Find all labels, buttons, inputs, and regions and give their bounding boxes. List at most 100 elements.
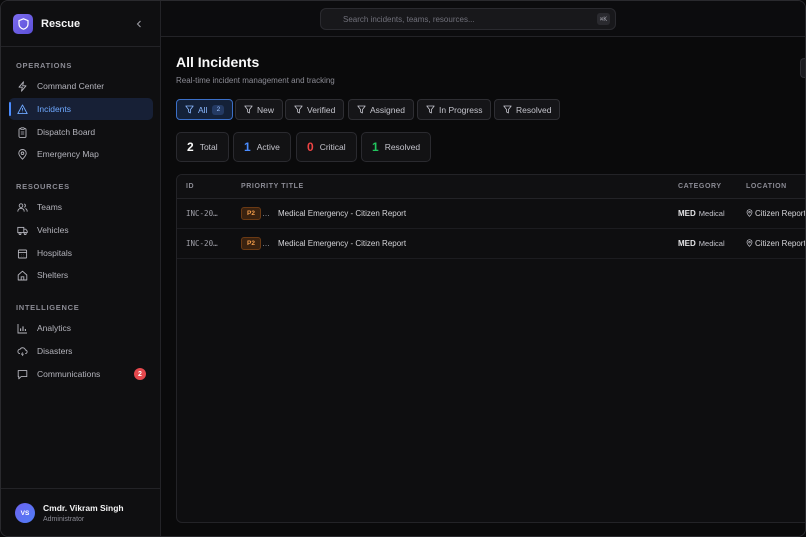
table-row[interactable]: INC-20… P2 … Medical Emergency - Citizen… [177,229,806,259]
filter-label: Resolved [516,104,552,115]
page-subtitle: Real-time incident management and tracki… [176,76,335,85]
column-header-location[interactable]: LOCATION [746,183,787,190]
notification-badge: 2 [134,368,146,380]
brand-name: Rescue [41,18,81,30]
filter-icon [426,105,435,114]
shield-icon [13,14,33,34]
stat-value: 1 [244,140,251,154]
location-text: Citizen Report [755,209,806,218]
sidebar-item-communications[interactable]: Communications 2 [9,363,153,385]
home-icon [16,269,28,281]
incident-location: Citizen Report [746,239,806,249]
location-text: Citizen Report [755,239,806,248]
filter-new[interactable]: New [235,99,284,120]
stat-resolved: 1 Resolved [361,132,432,162]
sidebar-item-command-center[interactable]: Command Center [9,75,153,97]
priority-overflow: … [262,239,270,248]
sidebar-item-vehicles[interactable]: Vehicles [9,219,153,241]
sidebar-item-label: Incidents [37,104,72,114]
search-box[interactable]: ⌘K [320,8,616,30]
stat-active: 1 Active [233,132,291,162]
sidebar-item-disasters[interactable]: Disasters [9,340,153,362]
table-header: ID PRIORITY TITLE CATEGORY LOCATION [177,175,805,199]
sidebar-item-label: Shelters [37,270,69,280]
chevron-left-icon[interactable] [133,17,145,31]
map-pin-icon [746,209,753,219]
sidebar-item-label: Disasters [37,346,73,356]
filter-verified[interactable]: Verified [285,99,345,120]
filter-in-progress[interactable]: In Progress [417,99,492,120]
bar-chart-icon [16,322,28,334]
map-pin-icon [16,148,28,160]
incident-category: MED Medical [678,209,725,218]
column-header-priority-title[interactable]: PRIORITY TITLE [241,183,304,190]
sidebar-item-analytics[interactable]: Analytics [9,317,153,339]
priority-badge: P2 [241,237,261,250]
brand[interactable]: Rescue [13,14,80,34]
incident-location: Citizen Report [746,209,806,219]
filter-count: 2 [212,104,225,115]
category-name: Medical [698,209,725,218]
hospital-icon [16,247,28,259]
stat-label: Total [199,142,218,152]
incident-id: INC-20… [186,209,218,218]
user-name: Cmdr. Vikram Singh [43,503,124,513]
incident-id: INC-20… [186,239,218,248]
stat-label: Critical [319,142,346,152]
sidebar-item-label: Command Center [37,81,105,91]
sidebar-item-dispatch-board[interactable]: Dispatch Board [9,121,153,143]
sidebar-item-shelters[interactable]: Shelters [9,264,153,286]
category-code: MED [678,209,696,218]
category-name: Medical [698,239,725,248]
user-role: Administrator [43,516,85,523]
priority-overflow: … [262,209,270,218]
column-header-category[interactable]: CATEGORY [678,183,722,190]
divider [1,46,161,47]
column-header-id[interactable]: ID [186,183,194,190]
sidebar-item-label: Analytics [37,323,72,333]
map-pin-icon [746,239,753,249]
category-code: MED [678,239,696,248]
incident-title: Medical Emergency - Citizen Report [278,239,407,248]
bolt-icon [16,80,28,92]
alert-triangle-icon [16,103,28,115]
app-window: Rescue OPERATIONS Command Center Inciden… [0,0,806,537]
filter-all[interactable]: All 2 [176,99,234,120]
table-row[interactable]: INC-20… P2 … Medical Emergency - Citizen… [177,199,806,229]
sidebar-item-label: Teams [37,202,63,212]
incidents-table: ID PRIORITY TITLE CATEGORY LOCATION INC-… [176,174,806,523]
cloud-icon [16,345,28,357]
stat-value: 1 [372,140,379,154]
stat-total: 2 Total [176,132,229,162]
avatar[interactable]: VS [15,503,35,523]
stat-label: Resolved [384,142,421,152]
sidebar-item-label: Hospitals [37,248,72,258]
main-content: All Incidents Real-time incident managem… [161,37,806,536]
section-label-intelligence: INTELLIGENCE [16,303,80,312]
filter-icon [294,105,303,114]
search-input[interactable] [343,9,583,29]
stat-label: Active [256,142,280,152]
clipboard-icon [16,126,28,138]
filter-assigned[interactable]: Assigned [348,99,414,120]
filter-icon [244,105,253,114]
priority-badge: P2 [241,207,261,220]
filter-label: In Progress [439,104,483,115]
sidebar-item-teams[interactable]: Teams [9,196,153,218]
stat-critical: 0 Critical [296,132,357,162]
sidebar-item-incidents[interactable]: Incidents [9,98,153,120]
section-label-resources: RESOURCES [16,182,70,191]
sidebar-item-label: Dispatch Board [37,127,96,137]
sidebar-item-emergency-map[interactable]: Emergency Map [9,143,153,165]
filter-label: Verified [307,104,336,115]
filter-icon [503,105,512,114]
filter-label: Assigned [370,104,405,115]
section-label-operations: OPERATIONS [16,61,73,70]
page-title: All Incidents [176,54,260,70]
topbar: ⌘K [161,1,805,37]
sidebar-item-hospitals[interactable]: Hospitals [9,242,153,264]
message-icon [16,368,28,380]
header-action-button[interactable] [800,58,805,78]
users-icon [16,201,28,213]
filter-resolved[interactable]: Resolved [494,99,561,120]
